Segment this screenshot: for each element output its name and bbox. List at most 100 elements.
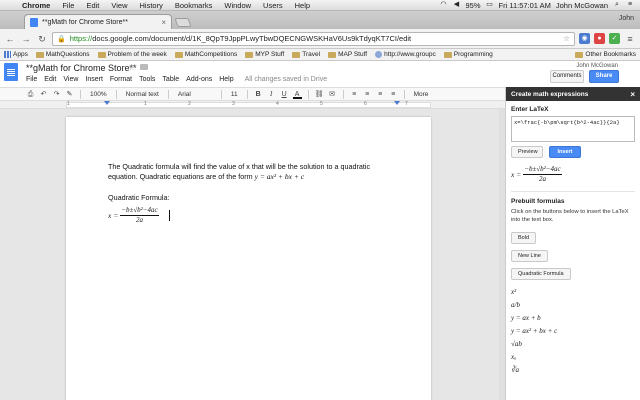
formula-subscript[interactable]: xₐ	[511, 353, 635, 361]
comment-icon[interactable]: ✉	[328, 90, 337, 99]
right-indent-marker[interactable]	[394, 101, 400, 105]
address-bar[interactable]: 🔒 https://docs.google.com/document/d/1K_…	[52, 31, 575, 46]
star-icon[interactable]: ☆	[128, 63, 135, 72]
bookmark-mathcompetitions[interactable]: MathCompetitions	[174, 51, 237, 58]
docs-menu-view[interactable]: View	[63, 76, 78, 83]
folder-icon	[97, 51, 106, 58]
italic-button[interactable]: I	[267, 90, 276, 99]
docs-menu-tools[interactable]: Tools	[139, 76, 155, 83]
volume-icon[interactable]: ◀	[452, 1, 460, 9]
menu-history[interactable]: History	[134, 1, 169, 10]
bookmark-star-icon[interactable]: ☆	[563, 34, 570, 43]
inline-equation[interactable]: y = ax² + bx + c	[255, 172, 305, 181]
menu-users[interactable]: Users	[257, 1, 289, 10]
bookmark-groupc[interactable]: http://www.groupc	[375, 51, 436, 58]
battery-percent[interactable]: 95%	[465, 1, 480, 10]
divider	[307, 89, 309, 99]
extension-green-icon[interactable]: ✓	[609, 33, 620, 44]
style-select[interactable]: Normal text	[123, 91, 162, 98]
menu-window[interactable]: Window	[218, 1, 257, 10]
menu-view[interactable]: View	[105, 1, 133, 10]
extension-icon[interactable]: ◉	[579, 33, 590, 44]
underline-button[interactable]: U	[280, 90, 289, 99]
docs-menu-format[interactable]: Format	[110, 76, 132, 83]
saved-status[interactable]: All changes saved in Drive	[245, 76, 328, 83]
back-icon[interactable]: ←	[4, 33, 16, 45]
bookmark-map-stuff[interactable]: MAP Stuff	[328, 51, 367, 58]
menu-help[interactable]: Help	[289, 1, 316, 10]
formula-linear[interactable]: y = ax + b	[511, 314, 635, 322]
document-page[interactable]: The Quadratic formula will find the valu…	[66, 117, 431, 400]
menu-file[interactable]: File	[56, 1, 80, 10]
bold-button[interactable]: B	[254, 90, 263, 99]
preview-numerator: −b±√b²−4ac	[523, 165, 562, 175]
forward-icon[interactable]: →	[20, 33, 32, 45]
spotlight-icon[interactable]: ⌕	[613, 1, 621, 9]
docs-menu-help[interactable]: Help	[219, 76, 233, 83]
docs-menu-file[interactable]: File	[26, 76, 37, 83]
print-icon[interactable]: ⎙	[26, 90, 35, 99]
latex-input[interactable]: x=\frac{-b\pm\sqrt{b^2-4ac}}{2a}	[511, 116, 635, 142]
quadratic-formula-image[interactable]: x = −b±√b²−4ac 2a	[108, 207, 170, 224]
bookmark-other[interactable]: Other Bookmarks	[575, 51, 636, 58]
folder-icon[interactable]	[140, 64, 148, 70]
document-title[interactable]: **gMath for Chrome Store**	[26, 63, 137, 73]
comments-button[interactable]: Comments	[550, 70, 584, 83]
menu-app-name[interactable]: Chrome	[16, 1, 56, 10]
undo-icon[interactable]: ↶	[39, 90, 48, 99]
zoom-select[interactable]: 100%	[87, 91, 110, 98]
docs-menu-insert[interactable]: Insert	[85, 76, 103, 83]
bold-formula-button[interactable]: Bold	[511, 232, 537, 244]
justify-icon[interactable]: ≡	[389, 90, 398, 99]
notification-icon[interactable]: ≡	[626, 1, 634, 9]
bookmark-apps[interactable]: Apps	[4, 51, 28, 58]
left-indent-marker[interactable]	[104, 101, 110, 105]
preview-button[interactable]: Preview	[511, 146, 543, 158]
battery-icon[interactable]: ▭	[486, 1, 494, 9]
docs-menu-edit[interactable]: Edit	[44, 76, 56, 83]
share-button[interactable]: Share	[589, 70, 619, 83]
align-center-icon[interactable]: ≡	[363, 90, 372, 99]
formula-sqrt[interactable]: √ab	[511, 340, 635, 348]
browser-tab[interactable]: **gMath for Chrome Store** ×	[24, 14, 172, 29]
clock[interactable]: Fri 11:57:01 AM	[499, 1, 551, 10]
new-line-button[interactable]: New Line	[511, 250, 548, 262]
docs-menu-addons[interactable]: Add-ons	[186, 76, 212, 83]
text-color-icon[interactable]: A	[292, 90, 302, 99]
link-icon[interactable]: ⛓	[315, 90, 324, 99]
formula-quadratic[interactable]: y = ax² + bx + c	[511, 327, 635, 335]
extension-red-icon[interactable]: ●	[594, 33, 605, 44]
align-right-icon[interactable]: ≡	[376, 90, 385, 99]
close-tab-icon[interactable]: ×	[161, 18, 166, 27]
size-select[interactable]: 11	[228, 91, 241, 98]
divider	[342, 89, 344, 99]
bookmark-travel[interactable]: Travel	[292, 51, 320, 58]
font-select[interactable]: Arial	[175, 91, 215, 98]
menubar-user[interactable]: John McGowan	[556, 1, 608, 10]
align-left-icon[interactable]: ≡	[350, 90, 359, 99]
formula-power[interactable]: x²	[511, 288, 635, 296]
wifi-icon[interactable]: ◠	[439, 1, 447, 9]
bookmark-problem-of-week[interactable]: Problem of the week	[97, 51, 167, 58]
reload-icon[interactable]: ↻	[36, 33, 48, 45]
bookmark-mathquestions[interactable]: MathQuestions	[35, 51, 90, 58]
docs-menu-table[interactable]: Table	[162, 76, 179, 83]
formula-fraction-item[interactable]: a/b	[511, 301, 635, 309]
new-tab-button[interactable]	[174, 18, 192, 27]
more-button[interactable]: More	[411, 91, 432, 98]
quadratic-formula-button[interactable]: Quadratic Formula	[511, 268, 571, 280]
bookmark-programming[interactable]: Programming	[443, 51, 493, 58]
insert-button[interactable]: Insert	[549, 146, 581, 158]
close-icon[interactable]: ×	[630, 90, 635, 99]
docs-user-name[interactable]: John McGowan	[576, 63, 618, 69]
formula-cuberoot[interactable]: ∛a	[511, 366, 635, 374]
chrome-menu-icon[interactable]: ≡	[624, 33, 636, 45]
menu-edit[interactable]: Edit	[80, 1, 105, 10]
bookmark-myp-stuff[interactable]: MYP Stuff	[245, 51, 284, 58]
redo-icon[interactable]: ↷	[52, 90, 61, 99]
paint-format-icon[interactable]: ✎	[65, 90, 74, 99]
ruler-track[interactable]	[66, 102, 431, 108]
profile-badge[interactable]: John	[619, 15, 634, 22]
docs-logo-icon[interactable]	[4, 63, 18, 81]
menu-bookmarks[interactable]: Bookmarks	[169, 1, 219, 10]
